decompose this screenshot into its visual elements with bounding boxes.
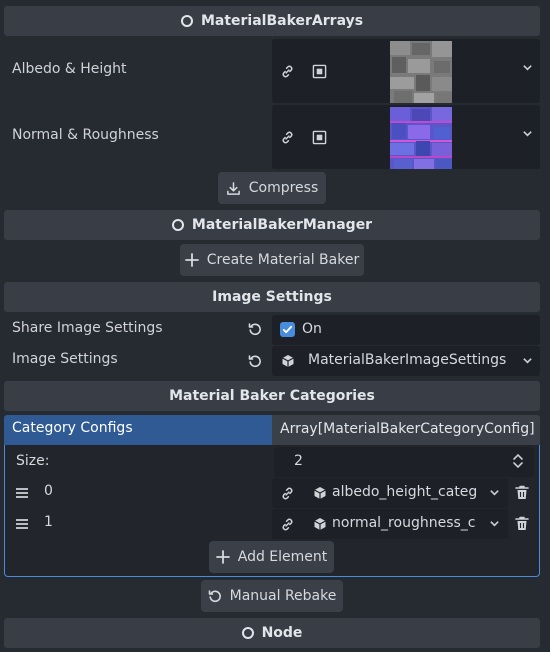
image-settings-resource-field[interactable]: MaterialBakerImageSettings <box>272 346 540 376</box>
revert-icon[interactable] <box>248 354 262 368</box>
chevron-down-icon[interactable] <box>522 62 533 77</box>
link-icon[interactable] <box>280 64 295 79</box>
resource-cube-icon <box>313 486 327 500</box>
section-title: MaterialBakerArrays <box>200 13 364 29</box>
image-texture-icon <box>312 130 327 145</box>
compress-label: Compress <box>248 180 319 196</box>
manual-rebake-label: Manual Rebake <box>229 588 337 604</box>
category-configs-value: Array[MaterialBakerCategoryConfig] <box>280 421 535 437</box>
array-element-value: albedo_height_categ <box>332 484 478 500</box>
section-title: MaterialBakerManager <box>191 217 373 233</box>
section-header-material-baker-categories[interactable]: Material Baker Categories <box>4 381 540 411</box>
resource-cube-icon <box>313 517 327 531</box>
chevron-down-icon[interactable] <box>522 355 533 370</box>
resource-cube-icon <box>281 354 295 368</box>
array-size-value: 2 <box>294 453 303 469</box>
array-element-index: 1 <box>44 514 53 530</box>
array-element-index: 0 <box>44 483 53 499</box>
drag-handle-icon[interactable] <box>15 518 29 530</box>
trash-icon[interactable] <box>515 485 529 500</box>
normal-roughness-texture-field[interactable] <box>272 105 540 169</box>
albedo-texture-preview[interactable] <box>390 41 452 103</box>
array-size-label: Size: <box>16 453 50 469</box>
share-image-settings-label: Share Image Settings <box>12 320 163 336</box>
image-settings-label: Image Settings <box>12 351 118 367</box>
array-element-resource-field[interactable]: albedo_height_categ <box>272 478 508 508</box>
section-title: Image Settings <box>212 289 332 305</box>
section-title: Node <box>261 625 303 641</box>
create-material-baker-button[interactable]: Create Material Baker <box>180 244 364 276</box>
checkbox-checked-icon[interactable] <box>280 322 295 337</box>
link-icon[interactable] <box>280 517 295 532</box>
trash-icon[interactable] <box>515 516 529 531</box>
compress-button[interactable]: Compress <box>218 172 326 204</box>
normal-texture-preview[interactable] <box>390 107 452 169</box>
node-circle-icon <box>180 15 193 27</box>
revert-icon[interactable] <box>248 322 262 336</box>
image-settings-value: MaterialBakerImageSettings <box>308 352 507 368</box>
chevron-down-icon[interactable] <box>489 487 500 502</box>
category-configs-row[interactable]: Category Configs <box>4 415 272 445</box>
plus-icon <box>184 253 199 267</box>
link-icon[interactable] <box>280 130 295 145</box>
chevron-down-icon[interactable] <box>489 518 500 533</box>
section-title: Material Baker Categories <box>169 388 375 404</box>
section-header-material-baker-manager[interactable]: MaterialBakerManager <box>4 210 540 240</box>
node-circle-icon <box>171 219 184 231</box>
albedo-height-texture-field[interactable] <box>272 39 540 103</box>
array-size-spinbox[interactable]: 2 <box>274 447 534 477</box>
chevron-down-icon[interactable] <box>522 128 533 143</box>
add-element-button[interactable]: Add Element <box>209 541 334 573</box>
share-image-settings-checkbox-field[interactable]: On <box>272 315 540 345</box>
manual-rebake-button[interactable]: Manual Rebake <box>201 580 343 612</box>
drag-handle-icon[interactable] <box>15 487 29 499</box>
normal-roughness-label: Normal & Roughness <box>12 127 159 143</box>
category-configs-array-button[interactable]: Array[MaterialBakerCategoryConfig] <box>272 415 540 445</box>
albedo-height-label: Albedo & Height <box>12 61 127 77</box>
create-material-baker-label: Create Material Baker <box>206 252 360 268</box>
section-header-material-baker-arrays[interactable]: MaterialBakerArrays <box>4 6 540 36</box>
link-icon[interactable] <box>280 486 295 501</box>
category-configs-label: Category Configs <box>12 420 133 436</box>
download-icon <box>226 181 241 196</box>
image-texture-icon <box>312 64 327 79</box>
node-circle-icon <box>241 627 254 639</box>
add-element-label: Add Element <box>237 549 328 565</box>
reload-icon <box>208 589 222 603</box>
share-image-settings-value: On <box>302 321 322 337</box>
plus-icon <box>215 550 230 564</box>
array-element-resource-field[interactable]: normal_roughness_c <box>272 509 508 539</box>
section-header-image-settings[interactable]: Image Settings <box>4 282 540 312</box>
array-element-value: normal_roughness_c <box>332 515 476 531</box>
spinner-arrows-icon[interactable] <box>512 453 524 469</box>
section-header-node[interactable]: Node <box>4 618 540 648</box>
